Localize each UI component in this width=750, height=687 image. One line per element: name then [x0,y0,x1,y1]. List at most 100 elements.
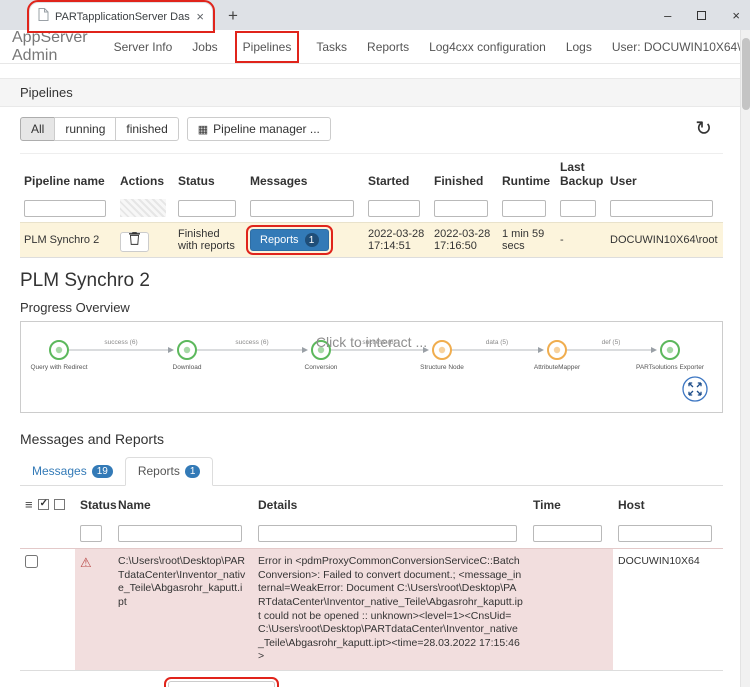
nav-item-pipelines[interactable]: Pipelines [238,34,297,60]
select-all-checkbox[interactable] [38,499,49,510]
maximize-button[interactable] [697,11,706,20]
messages-reports-tabs: Messages 19 Reports 1 [20,457,723,486]
col-runtime: Runtime [498,154,556,195]
refresh-icon[interactable]: ↻ [695,119,712,139]
nav-item-reports[interactable]: Reports [367,40,409,54]
col-report-name: Name [113,490,253,519]
progress-overview-label: Progress Overview [20,300,730,315]
filter-started-input[interactable] [368,200,420,217]
col-finished: Finished [430,154,498,195]
col-last-backup: Last Backup [556,154,606,195]
pipeline-manager-button[interactable]: ▦ Pipeline manager ... [187,117,331,141]
pipeline-progress-diagram[interactable]: success (6) success (6) success (6) data… [20,321,723,413]
svg-text:Download: Download [173,364,202,371]
svg-text:PARTsolutions Exporter: PARTsolutions Exporter [636,364,705,371]
page-scrollbar[interactable] [740,30,750,687]
report-time-cell [528,549,613,671]
tab-close-icon[interactable]: × [196,9,204,24]
svg-text:AttributeMapper: AttributeMapper [534,364,581,371]
report-host-cell: DOCUWIN10X64 [613,549,723,671]
reports-tab-badge: 1 [185,465,201,478]
reports-header-row: ≡ Status Name Details Time Host [20,490,723,519]
pipelines-table: Pipeline name Actions Status Messages St… [20,153,723,258]
pipeline-filter-group: All running finished [20,117,179,141]
tab-reports[interactable]: Reports 1 [125,457,214,486]
col-report-status: Status [75,490,113,519]
filter-running-button[interactable]: running [54,117,116,141]
col-pipeline-name: Pipeline name [20,154,116,195]
report-row[interactable]: ⚠ C:\Users\root\Desktop\PARTdataCenter\I… [20,549,723,671]
reports-button[interactable]: Reports 1 [250,229,329,251]
svg-text:Query with Redirect: Query with Redirect [30,364,87,371]
filter-last-backup-input[interactable] [560,200,596,217]
app-navbar: AppServer Admin Server Info Jobs Pipelin… [0,30,740,64]
pipeline-row[interactable]: PLM Synchro 2 Finished with reports Repo… [20,223,723,258]
reports-table: ≡ Status Name Details Time Host ⚠ C:\Use… [20,490,723,671]
pipelines-header-row: Pipeline name Actions Status Messages St… [20,154,723,195]
scrollbar-thumb[interactable] [742,38,750,110]
filter-all-button[interactable]: All [20,117,55,141]
selection-menu-icon[interactable]: ≡ [25,497,33,512]
filter-report-time-input[interactable] [533,525,602,542]
svg-text:Structure Node: Structure Node [420,364,464,371]
grid-icon: ▦ [198,123,208,136]
col-user: User [606,154,723,195]
pipeline-manager-label: Pipeline manager ... [213,122,320,136]
pipeline-user-cell: DOCUWIN10X64\root [606,223,723,258]
col-status: Status [174,154,246,195]
filter-report-host-input[interactable] [618,525,712,542]
pipelines-section-heading: Pipelines [0,78,740,107]
close-button[interactable]: × [732,8,740,23]
tab-messages[interactable]: Messages 19 [20,458,125,485]
fullscreen-expand-icon[interactable] [682,376,708,407]
filter-user-input[interactable] [610,200,713,217]
pipeline-backup-cell: - [556,223,606,258]
click-to-interact-hint: Click to interact ... [21,334,722,350]
filter-runtime-input[interactable] [502,200,546,217]
reports-filter-row [20,519,723,549]
user-menu[interactable]: User: DOCUWIN10X64\root ▾ [612,40,750,54]
filter-status-input[interactable] [178,200,236,217]
pipeline-finished-cell: 2022-03-28 17:16:50 [430,223,498,258]
filter-finished-input[interactable] [434,200,488,217]
browser-tab[interactable]: PARTapplicationServer Dashboar × [30,3,212,30]
nav-item-log4cxx[interactable]: Log4cxx configuration [429,40,546,54]
pipelines-toolbar: All running finished ▦ Pipeline manager … [0,107,740,149]
browser-window: PARTapplicationServer Dashboar × + – × A… [0,0,750,687]
delete-pipeline-button[interactable] [120,232,149,252]
filter-finished-button[interactable]: finished [115,117,178,141]
report-row-checkbox[interactable] [25,555,38,568]
reports-button-label: Reports [260,234,299,246]
col-started: Started [364,154,430,195]
report-name-cell: C:\Users\root\Desktop\PARTdataCenter\Inv… [113,549,253,671]
select-none-checkbox[interactable] [54,499,65,510]
window-controls: – × [664,0,740,30]
messages-count-badge: 19 [92,465,113,478]
filter-pipeline-name-input[interactable] [24,200,106,217]
pipeline-status-cell: Finished with reports [174,223,246,258]
tab-title: PARTapplicationServer Dashboar [55,11,190,23]
col-actions: Actions [116,154,174,195]
filter-report-status-input[interactable] [80,525,102,542]
svg-text:Conversion: Conversion [305,364,338,371]
minimize-button[interactable]: – [664,8,671,23]
reports-count-badge: 1 [305,233,319,247]
actions-filter-disabled [120,199,166,217]
col-report-time: Time [528,490,613,519]
page-favicon [38,8,49,26]
pipeline-name-cell: PLM Synchro 2 [20,223,116,258]
filter-messages-input[interactable] [250,200,354,217]
nav-item-jobs[interactable]: Jobs [192,40,217,54]
export-csv-button[interactable]: Export CSV ⚙ [168,681,275,687]
filter-report-name-input[interactable] [118,525,242,542]
user-menu-label: User: DOCUWIN10X64\root [612,40,750,54]
tab-messages-label: Messages [32,464,87,478]
new-tab-button[interactable]: + [228,6,238,26]
messages-reports-heading: Messages and Reports [20,431,730,447]
pipeline-started-cell: 2022-03-28 17:14:51 [364,223,430,258]
nav-item-logs[interactable]: Logs [566,40,592,54]
nav-item-tasks[interactable]: Tasks [316,40,347,54]
nav-item-server-info[interactable]: Server Info [114,40,173,54]
warning-icon: ⚠ [80,555,92,570]
filter-report-details-input[interactable] [258,525,517,542]
